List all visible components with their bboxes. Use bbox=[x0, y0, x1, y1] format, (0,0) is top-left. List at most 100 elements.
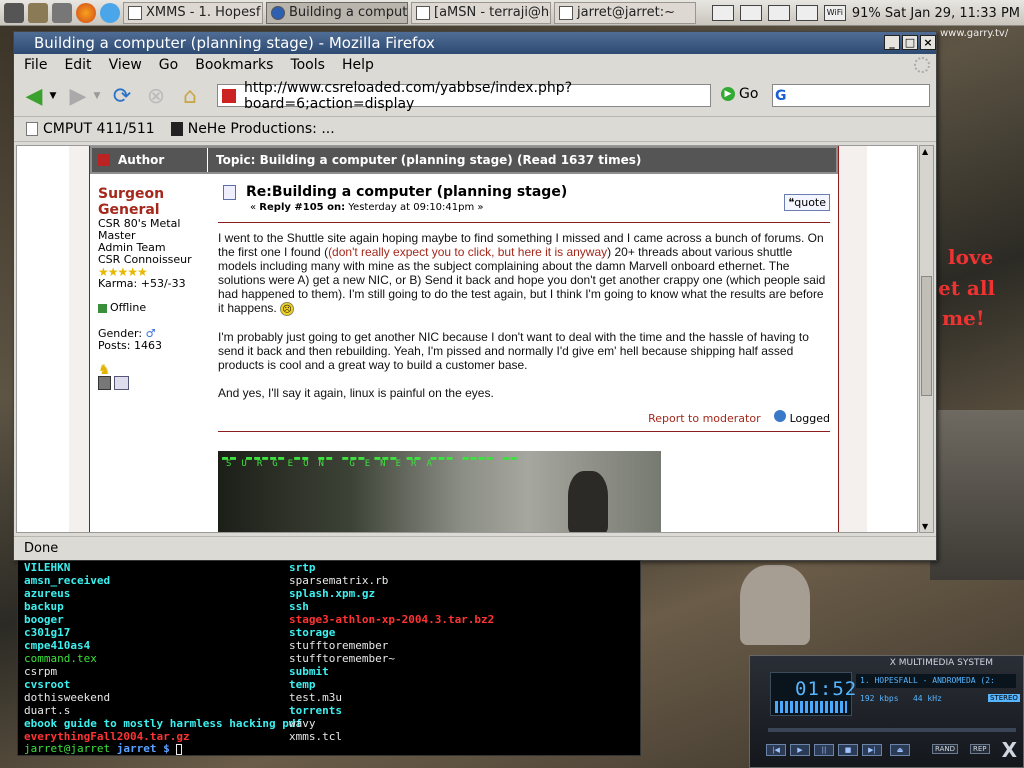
wifi-icon: WiFi bbox=[823, 5, 846, 21]
back-button[interactable]: ◀ bbox=[20, 82, 48, 110]
terminal-task-icon bbox=[559, 5, 573, 20]
panel-clock[interactable]: 91% Sat Jan 29, 11:33 PM bbox=[852, 6, 1020, 21]
stop-playback-button[interactable]: ■ bbox=[838, 744, 858, 756]
menu-tools[interactable]: Tools bbox=[290, 57, 325, 73]
stop-button[interactable]: ⊗ bbox=[142, 82, 170, 110]
throbber-icon bbox=[914, 57, 930, 73]
terminal-line: storage bbox=[289, 626, 336, 639]
next-button[interactable]: ▶| bbox=[862, 744, 882, 756]
post-paragraph-1: I went to the Shuttle site again hoping … bbox=[218, 231, 826, 316]
forward-dropdown-icon[interactable]: ▼ bbox=[92, 82, 102, 110]
username-link[interactable]: Surgeon General bbox=[98, 186, 218, 218]
vertical-scrollbar[interactable]: ▲ ▼ bbox=[919, 145, 934, 533]
forward-button[interactable]: ▶ bbox=[64, 82, 92, 110]
terminal-line: amsn_received bbox=[24, 574, 111, 587]
bookmark-cmput[interactable]: CMPUT 411/511 bbox=[26, 121, 155, 137]
prev-button[interactable]: |◀ bbox=[766, 744, 786, 756]
site-favicon bbox=[222, 88, 236, 103]
workspace-switcher[interactable] bbox=[711, 5, 734, 21]
terminal-line: wavy bbox=[289, 717, 316, 730]
desktop-love-text-3: me! bbox=[942, 306, 985, 330]
xmms-seek-bar[interactable] bbox=[768, 728, 1016, 732]
xmms-title[interactable]: X MULTIMEDIA SYSTEM bbox=[750, 656, 1023, 670]
workspace-switcher-3[interactable] bbox=[767, 5, 790, 21]
thread-header: Author Topic: Building a computer (plann… bbox=[90, 146, 838, 174]
workspace-switcher-2[interactable] bbox=[739, 5, 762, 21]
forum-link[interactable]: (don't really expect you to click, but h… bbox=[328, 245, 607, 259]
repeat-button[interactable]: REP bbox=[970, 744, 990, 754]
eject-button[interactable]: ⏏ bbox=[890, 744, 910, 756]
close-button[interactable]: × bbox=[920, 35, 936, 50]
xmms-logo: X bbox=[1001, 738, 1017, 762]
terminal-line: dothisweekend bbox=[24, 691, 111, 704]
taskbar-item-amsn[interactable]: [aMSN - terraji@ho bbox=[411, 1, 551, 24]
home-button[interactable]: ⌂ bbox=[176, 82, 204, 110]
scroll-up-icon[interactable]: ▲ bbox=[922, 147, 928, 156]
page-icon bbox=[26, 122, 38, 136]
pause-button[interactable]: || bbox=[814, 744, 834, 756]
settings-icon[interactable] bbox=[52, 2, 72, 23]
user-title: CSR 80's Metal Master bbox=[98, 217, 181, 242]
back-dropdown-icon[interactable]: ▼ bbox=[48, 82, 58, 110]
terminal-line: temp bbox=[289, 678, 316, 691]
minimize-button[interactable]: _ bbox=[884, 35, 900, 50]
firefox-task-icon bbox=[271, 5, 285, 20]
report-to-moderator-link[interactable]: Report to moderator bbox=[648, 412, 761, 425]
post-footer: Report to moderator Logged bbox=[218, 410, 830, 425]
menu-edit[interactable]: Edit bbox=[64, 57, 91, 73]
terminal-line: backup bbox=[24, 600, 64, 613]
user-karma: Karma: +53/-33 bbox=[98, 277, 186, 290]
taskbar-item-xmms[interactable]: XMMS - 1. Hopesf bbox=[123, 1, 263, 24]
ip-logged-icon bbox=[774, 410, 787, 422]
google-search-icon[interactable]: G bbox=[775, 88, 791, 104]
search-input[interactable]: G bbox=[772, 84, 930, 107]
reload-button[interactable]: ⟳ bbox=[108, 82, 136, 110]
quote-button[interactable]: ❝quote bbox=[784, 194, 830, 211]
desktop-url-text: www.garry.tv/ bbox=[940, 28, 1009, 39]
firefox-icon[interactable] bbox=[76, 2, 96, 23]
shuffle-button[interactable]: RAND bbox=[932, 744, 958, 754]
post-paragraph-2: I'm probably just going to get another N… bbox=[218, 330, 809, 372]
post-title[interactable]: Re:Building a computer (planning stage) bbox=[246, 184, 567, 200]
terminal-line: splash.xpm.gz bbox=[289, 587, 376, 600]
menu-view[interactable]: View bbox=[109, 57, 142, 73]
xmms-time[interactable]: 01:52 bbox=[795, 678, 857, 700]
workspace-switcher-4[interactable] bbox=[795, 5, 818, 21]
taskbar-item-firefox[interactable]: Building a compute bbox=[266, 1, 408, 24]
terminal-line: cvsroot bbox=[24, 678, 71, 691]
menu-bookmarks[interactable]: Bookmarks bbox=[195, 57, 273, 73]
user-posts: Posts: 1463 bbox=[98, 339, 162, 352]
terminal-prompt: jarret@jarret jarret $ bbox=[24, 742, 183, 755]
prompt-user: jarret@jarret bbox=[24, 742, 111, 755]
maximize-button[interactable]: □ bbox=[902, 35, 918, 50]
window-titlebar[interactable]: Building a computer (planning stage) - M… bbox=[14, 32, 936, 54]
status-bar: Done bbox=[14, 536, 936, 560]
scrollbar-thumb[interactable] bbox=[921, 276, 932, 396]
signature-divider bbox=[218, 431, 830, 432]
xmms-song-title[interactable]: 1. HOPESFALL - ANDROMEDA (2: bbox=[856, 674, 1016, 688]
xmms-display: 01:52 bbox=[770, 672, 856, 716]
terminal-window[interactable]: VILEHKN amsn_received azureus backup booger c… bbox=[17, 560, 641, 756]
xmms-task-icon bbox=[128, 5, 142, 20]
scroll-down-icon[interactable]: ▼ bbox=[922, 522, 928, 531]
forum-post: Author Topic: Building a computer (plann… bbox=[89, 146, 839, 532]
menu-help[interactable]: Help bbox=[342, 57, 374, 73]
file-manager-icon[interactable] bbox=[28, 2, 48, 23]
play-button[interactable]: ▶ bbox=[790, 744, 810, 756]
go-button[interactable]: ▶ Go bbox=[721, 86, 758, 102]
profile-icon[interactable] bbox=[98, 376, 111, 390]
gnome-foot-icon[interactable] bbox=[4, 2, 24, 23]
taskbar-item-terminal[interactable]: jarret@jarret:~ bbox=[554, 1, 696, 24]
amsn-icon[interactable] bbox=[100, 2, 120, 23]
bookmark-nehe[interactable]: NeHe Productions: ... bbox=[170, 121, 335, 137]
menu-go[interactable]: Go bbox=[159, 57, 178, 73]
menu-file[interactable]: File bbox=[24, 57, 47, 73]
sad-face-icon: ☹ bbox=[280, 302, 295, 316]
terminal-line: booger bbox=[24, 613, 64, 626]
email-icon[interactable] bbox=[114, 376, 129, 390]
terminal-line: stufftoremember~ bbox=[289, 652, 395, 665]
xmms-khz: 44 kHz bbox=[912, 694, 942, 703]
desktop-love-text: love bbox=[948, 245, 994, 269]
nehe-icon bbox=[170, 122, 183, 136]
url-bar[interactable]: http://www.csreloaded.com/yabbse/index.p… bbox=[217, 80, 911, 112]
